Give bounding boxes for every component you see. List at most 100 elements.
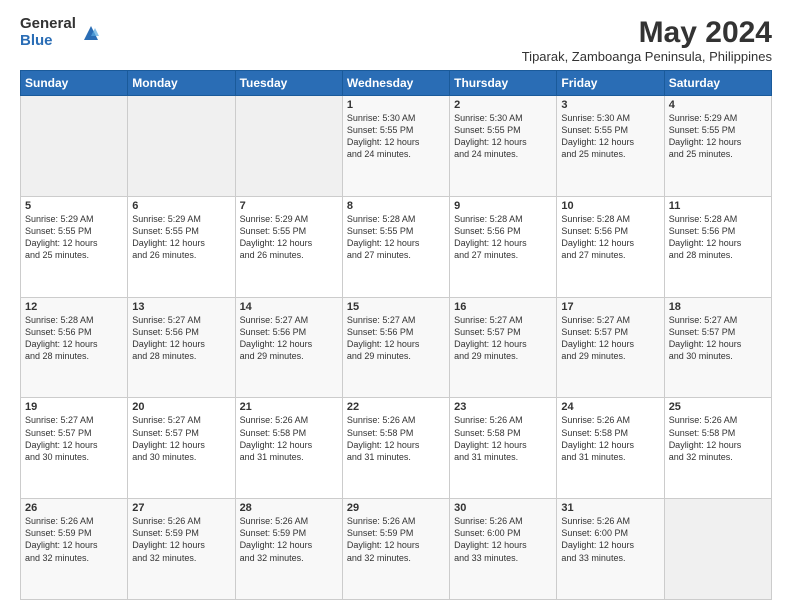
calendar-cell: 15Sunrise: 5:27 AM Sunset: 5:56 PM Dayli… — [342, 297, 449, 398]
calendar-cell: 27Sunrise: 5:26 AM Sunset: 5:59 PM Dayli… — [128, 499, 235, 600]
calendar-cell: 13Sunrise: 5:27 AM Sunset: 5:56 PM Dayli… — [128, 297, 235, 398]
calendar-week-1: 1Sunrise: 5:30 AM Sunset: 5:55 PM Daylig… — [21, 96, 772, 197]
day-number: 29 — [347, 502, 445, 514]
day-details: Sunrise: 5:27 AM Sunset: 5:57 PM Dayligh… — [669, 314, 767, 363]
calendar-cell: 26Sunrise: 5:26 AM Sunset: 5:59 PM Dayli… — [21, 499, 128, 600]
calendar-body: 1Sunrise: 5:30 AM Sunset: 5:55 PM Daylig… — [21, 96, 772, 600]
calendar-cell: 29Sunrise: 5:26 AM Sunset: 5:59 PM Dayli… — [342, 499, 449, 600]
day-details: Sunrise: 5:27 AM Sunset: 5:57 PM Dayligh… — [561, 314, 659, 363]
day-number: 3 — [561, 99, 659, 111]
calendar-cell: 31Sunrise: 5:26 AM Sunset: 6:00 PM Dayli… — [557, 499, 664, 600]
day-number: 7 — [240, 200, 338, 212]
day-details: Sunrise: 5:28 AM Sunset: 5:56 PM Dayligh… — [561, 213, 659, 262]
day-details: Sunrise: 5:26 AM Sunset: 5:59 PM Dayligh… — [132, 515, 230, 564]
subtitle: Tiparak, Zamboanga Peninsula, Philippine… — [522, 49, 772, 64]
day-details: Sunrise: 5:27 AM Sunset: 5:56 PM Dayligh… — [240, 314, 338, 363]
header-thursday: Thursday — [450, 71, 557, 96]
calendar-week-2: 5Sunrise: 5:29 AM Sunset: 5:55 PM Daylig… — [21, 196, 772, 297]
day-number: 8 — [347, 200, 445, 212]
day-number: 5 — [25, 200, 123, 212]
day-details: Sunrise: 5:26 AM Sunset: 5:58 PM Dayligh… — [669, 414, 767, 463]
day-number: 10 — [561, 200, 659, 212]
calendar-cell: 3Sunrise: 5:30 AM Sunset: 5:55 PM Daylig… — [557, 96, 664, 197]
day-number: 21 — [240, 401, 338, 413]
day-details: Sunrise: 5:27 AM Sunset: 5:56 PM Dayligh… — [347, 314, 445, 363]
calendar-cell: 2Sunrise: 5:30 AM Sunset: 5:55 PM Daylig… — [450, 96, 557, 197]
calendar-cell: 5Sunrise: 5:29 AM Sunset: 5:55 PM Daylig… — [21, 196, 128, 297]
header-friday: Friday — [557, 71, 664, 96]
day-details: Sunrise: 5:26 AM Sunset: 5:59 PM Dayligh… — [240, 515, 338, 564]
calendar-cell: 11Sunrise: 5:28 AM Sunset: 5:56 PM Dayli… — [664, 196, 771, 297]
calendar-cell: 21Sunrise: 5:26 AM Sunset: 5:58 PM Dayli… — [235, 398, 342, 499]
calendar-cell: 12Sunrise: 5:28 AM Sunset: 5:56 PM Dayli… — [21, 297, 128, 398]
calendar-cell — [664, 499, 771, 600]
day-number: 13 — [132, 301, 230, 313]
day-details: Sunrise: 5:26 AM Sunset: 6:00 PM Dayligh… — [561, 515, 659, 564]
day-details: Sunrise: 5:26 AM Sunset: 5:59 PM Dayligh… — [347, 515, 445, 564]
calendar-cell: 7Sunrise: 5:29 AM Sunset: 5:55 PM Daylig… — [235, 196, 342, 297]
calendar-cell: 16Sunrise: 5:27 AM Sunset: 5:57 PM Dayli… — [450, 297, 557, 398]
day-number: 4 — [669, 99, 767, 111]
calendar-cell — [235, 96, 342, 197]
header-monday: Monday — [128, 71, 235, 96]
calendar-week-3: 12Sunrise: 5:28 AM Sunset: 5:56 PM Dayli… — [21, 297, 772, 398]
header-saturday: Saturday — [664, 71, 771, 96]
day-number: 22 — [347, 401, 445, 413]
day-number: 24 — [561, 401, 659, 413]
calendar-cell: 25Sunrise: 5:26 AM Sunset: 5:58 PM Dayli… — [664, 398, 771, 499]
day-number: 6 — [132, 200, 230, 212]
day-number: 18 — [669, 301, 767, 313]
day-details: Sunrise: 5:28 AM Sunset: 5:56 PM Dayligh… — [669, 213, 767, 262]
calendar-cell: 23Sunrise: 5:26 AM Sunset: 5:58 PM Dayli… — [450, 398, 557, 499]
calendar-week-4: 19 Sunrise: 5:27 AM Sunset: 5:57 PM Dayli… — [21, 398, 772, 499]
logo-blue: Blue — [20, 33, 76, 50]
day-number: 2 — [454, 99, 552, 111]
header: General Blue May 2024 Tiparak, Zamboanga… — [20, 16, 772, 64]
calendar-cell: 30Sunrise: 5:26 AM Sunset: 6:00 PM Dayli… — [450, 499, 557, 600]
calendar-cell: 10Sunrise: 5:28 AM Sunset: 5:56 PM Dayli… — [557, 196, 664, 297]
day-number: 1 — [347, 99, 445, 111]
day-number: 23 — [454, 401, 552, 413]
calendar-cell: 9Sunrise: 5:28 AM Sunset: 5:56 PM Daylig… — [450, 196, 557, 297]
day-details: Sunrise: 5:29 AM Sunset: 5:55 PM Dayligh… — [669, 112, 767, 161]
day-details: Sunrise: 5:28 AM Sunset: 5:56 PM Dayligh… — [25, 314, 123, 363]
day-number: 14 — [240, 301, 338, 313]
day-details: Sunrise: 5:27 AM Sunset: 5:56 PM Dayligh… — [132, 314, 230, 363]
day-details: Sunrise: 5:29 AM Sunset: 5:55 PM Dayligh… — [132, 213, 230, 262]
day-number: 17 — [561, 301, 659, 313]
day-number: 12 — [25, 301, 123, 313]
day-details: Sunrise: 5:30 AM Sunset: 5:55 PM Dayligh… — [347, 112, 445, 161]
calendar-cell — [128, 96, 235, 197]
calendar-cell: 22Sunrise: 5:26 AM Sunset: 5:58 PM Dayli… — [342, 398, 449, 499]
header-sunday: Sunday — [21, 71, 128, 96]
day-details: Sunrise: 5:27 AM Sunset: 5:57 PM Dayligh… — [454, 314, 552, 363]
logo-text: General Blue — [20, 16, 76, 49]
day-number: 19 — [25, 401, 123, 413]
day-number: 30 — [454, 502, 552, 514]
calendar-cell: 1Sunrise: 5:30 AM Sunset: 5:55 PM Daylig… — [342, 96, 449, 197]
day-number: 20 — [132, 401, 230, 413]
calendar-cell: 6Sunrise: 5:29 AM Sunset: 5:55 PM Daylig… — [128, 196, 235, 297]
calendar-cell: 28Sunrise: 5:26 AM Sunset: 5:59 PM Dayli… — [235, 499, 342, 600]
day-header-row: Sunday Monday Tuesday Wednesday Thursday… — [21, 71, 772, 96]
calendar-cell — [21, 96, 128, 197]
calendar-header: Sunday Monday Tuesday Wednesday Thursday… — [21, 71, 772, 96]
header-wednesday: Wednesday — [342, 71, 449, 96]
day-number: 25 — [669, 401, 767, 413]
header-tuesday: Tuesday — [235, 71, 342, 96]
logo: General Blue — [20, 16, 102, 49]
day-number: 9 — [454, 200, 552, 212]
day-details: Sunrise: 5:26 AM Sunset: 5:59 PM Dayligh… — [25, 515, 123, 564]
day-number: 28 — [240, 502, 338, 514]
calendar-cell: 24Sunrise: 5:26 AM Sunset: 5:58 PM Dayli… — [557, 398, 664, 499]
day-number: 27 — [132, 502, 230, 514]
day-details: Sunrise: 5:26 AM Sunset: 5:58 PM Dayligh… — [561, 414, 659, 463]
logo-general: General — [20, 16, 76, 33]
calendar-cell: 4Sunrise: 5:29 AM Sunset: 5:55 PM Daylig… — [664, 96, 771, 197]
calendar-cell: 20Sunrise: 5:27 AM Sunset: 5:57 PM Dayli… — [128, 398, 235, 499]
day-details: Sunrise: 5:27 AM Sunset: 5:57 PM Dayligh… — [132, 414, 230, 463]
calendar-table: Sunday Monday Tuesday Wednesday Thursday… — [20, 70, 772, 600]
day-details: Sunrise: 5:29 AM Sunset: 5:55 PM Dayligh… — [240, 213, 338, 262]
day-details: Sunrise: 5:29 AM Sunset: 5:55 PM Dayligh… — [25, 213, 123, 262]
page: General Blue May 2024 Tiparak, Zamboanga… — [0, 0, 792, 612]
